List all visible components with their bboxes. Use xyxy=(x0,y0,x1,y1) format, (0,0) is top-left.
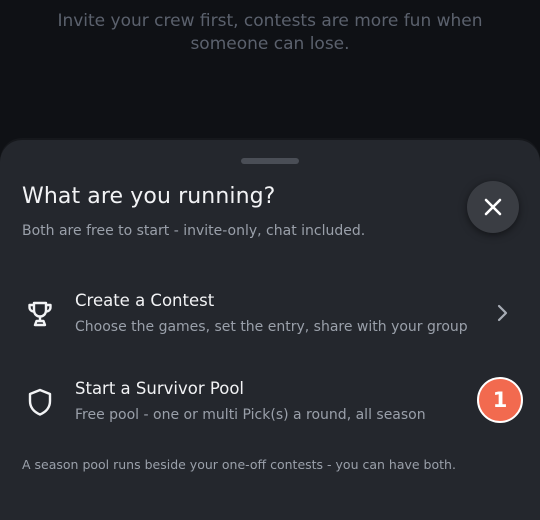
create-contest-title: Create a Contest xyxy=(75,291,215,310)
sheet-subtitle: Both are free to start - invite-only, ch… xyxy=(22,223,366,239)
create-contest-description: Choose the games, set the entry, share w… xyxy=(75,319,468,335)
create-contest-option[interactable]: Create a Contest Choose the games, set t… xyxy=(0,286,540,356)
close-icon xyxy=(484,198,502,216)
close-button[interactable] xyxy=(467,181,519,233)
bottom-sheet: What are you running? Both are free to s… xyxy=(0,140,540,520)
sheet-drag-handle[interactable] xyxy=(241,158,299,164)
survivor-pool-title: Start a Survivor Pool xyxy=(75,379,244,398)
chevron-right-icon xyxy=(497,304,508,322)
sheet-title: What are you running? xyxy=(22,184,276,209)
trophy-icon xyxy=(28,301,52,327)
background-invite-message: Invite your crew first, contests are mor… xyxy=(57,11,483,54)
shield-icon xyxy=(28,388,52,416)
step-badge: 1 xyxy=(477,377,523,423)
start-survivor-pool-option[interactable]: Start a Survivor Pool Free pool - one or… xyxy=(0,374,540,444)
footer-note: A season pool runs beside your one-off c… xyxy=(22,457,456,472)
survivor-pool-description: Free pool - one or multi Pick(s) a round… xyxy=(75,407,426,423)
